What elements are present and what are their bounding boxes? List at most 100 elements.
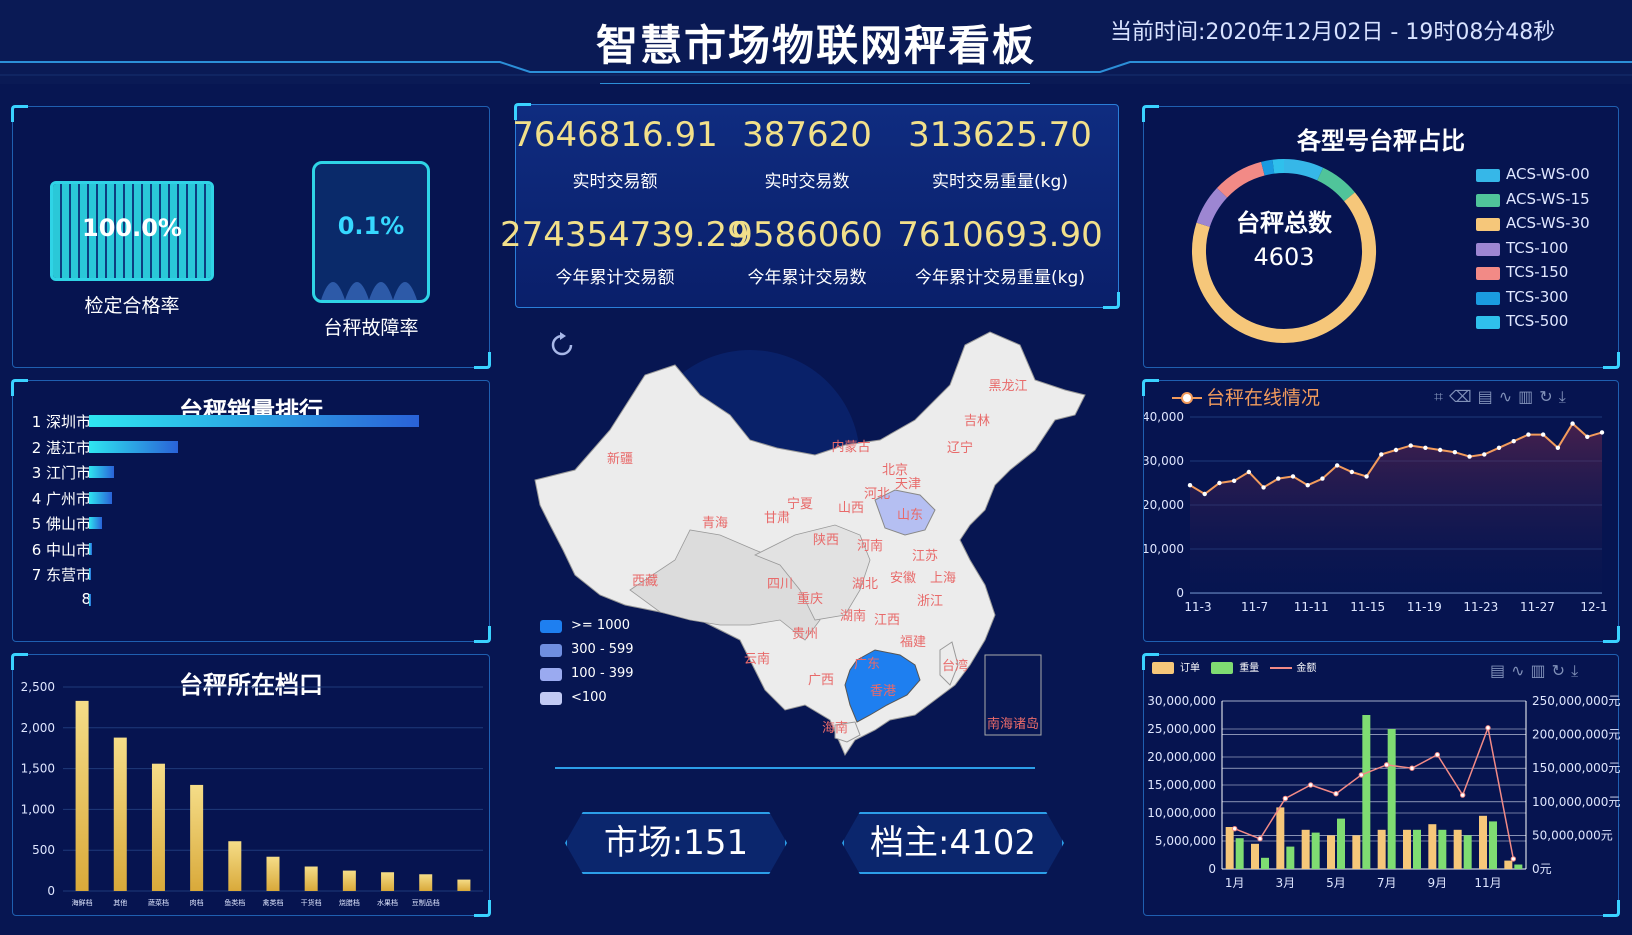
map-province-label: 辽宁 <box>947 440 973 456</box>
orders-bar <box>1504 861 1512 869</box>
donut-slice <box>1320 174 1349 197</box>
y-tick-label: 2,000 <box>21 721 55 735</box>
map-province-label: 贵州 <box>792 627 818 642</box>
x-tick-label: 11-11 <box>1294 600 1329 614</box>
ranking-bar <box>89 594 91 606</box>
amount-point <box>1359 773 1363 777</box>
models-legend-label: TCS-300 <box>1506 288 1568 306</box>
pass-rate-value: 100.0% <box>53 214 211 242</box>
models-legend-label: TCS-500 <box>1506 312 1568 330</box>
y-tick-label: 20,000 <box>1144 498 1184 512</box>
online-point <box>1203 492 1207 496</box>
orders-bar <box>1251 844 1259 869</box>
map-legend-label: >= 1000 <box>571 618 630 633</box>
stall-bar <box>305 867 318 891</box>
stall-bar <box>381 872 394 891</box>
online-point <box>1276 476 1280 480</box>
donut-center-label: 台秤总数 <box>1184 203 1384 238</box>
stats-panel: 7646816.91实时交易额387620实时交易数313625.70实时交易重… <box>515 104 1119 308</box>
stall-bar <box>267 857 280 891</box>
ranking-label: 3 江门市 <box>23 462 91 483</box>
map-province-label: 四川 <box>767 577 793 592</box>
weight-bar <box>1286 847 1294 869</box>
orders-bar <box>1403 830 1411 869</box>
models-legend-swatch <box>1476 267 1500 280</box>
page-title: 智慧市场物联网秤看板 <box>540 12 1092 73</box>
online-point <box>1423 446 1427 450</box>
x-tick-label: 3月 <box>1276 876 1296 890</box>
map-legend-label: <100 <box>571 690 607 705</box>
models-legend-label: ACS-WS-00 <box>1506 165 1590 183</box>
online-point <box>1291 474 1295 478</box>
map-province-label: 南海诸岛 <box>987 716 1039 732</box>
y-left-tick-label: 0 <box>1208 862 1216 876</box>
pass-rate-label: 检定合格率 <box>50 291 214 318</box>
monthly-chart: 05,000,00010,000,00015,000,00020,000,000… <box>1144 655 1620 917</box>
x-tick-label: 11-15 <box>1350 600 1385 614</box>
y-left-tick-label: 15,000,000 <box>1147 778 1216 792</box>
amount-point <box>1511 857 1515 861</box>
x-tick-label: 蔬菜档 <box>148 898 169 907</box>
ranking-label: 4 广州市 <box>23 488 91 509</box>
online-point <box>1335 463 1339 467</box>
amount-point <box>1258 837 1262 841</box>
orders-bar <box>1302 830 1310 869</box>
stall-bar <box>76 701 89 891</box>
models-legend-swatch <box>1476 292 1500 305</box>
x-tick-label: 5月 <box>1326 876 1346 890</box>
ranking-label: 7 东营市 <box>23 564 91 585</box>
models-legend-swatch <box>1476 218 1500 231</box>
amount-point <box>1232 826 1236 830</box>
y-right-tick-label: 150,000,000元 <box>1532 761 1620 775</box>
map-province-label: 青海 <box>702 516 728 531</box>
map-province-label: 广西 <box>808 673 834 688</box>
models-legend-label: ACS-WS-30 <box>1506 214 1590 232</box>
online-point <box>1306 483 1310 487</box>
amount-point <box>1308 783 1312 787</box>
stall-bar <box>152 764 165 891</box>
online-point <box>1438 448 1442 452</box>
y-tick-label: 1,000 <box>21 802 55 816</box>
map-province-label: 福建 <box>900 635 926 650</box>
map-legend-label: 100 - 399 <box>571 666 634 681</box>
weight-bar <box>1236 838 1244 869</box>
ranking-bar <box>89 492 112 504</box>
amount-point <box>1384 763 1388 767</box>
online-point <box>1467 454 1471 458</box>
y-tick-label: 30,000 <box>1144 454 1184 468</box>
online-point <box>1600 430 1604 434</box>
weight-bar <box>1362 715 1370 869</box>
ranking-bar <box>89 543 92 555</box>
header: 智慧市场物联网秤看板 当前时间:2020年12月02日 - 19时08分48秒 <box>0 0 1632 84</box>
ranking-bar <box>89 517 102 529</box>
models-legend-swatch <box>1476 194 1500 207</box>
map-province-label: 山东 <box>897 508 923 523</box>
online-point <box>1512 439 1516 443</box>
y-right-tick-label: 0元 <box>1532 862 1552 876</box>
ranking-bar <box>89 415 419 427</box>
x-tick-label: 7月 <box>1377 876 1397 890</box>
weight-bar <box>1514 865 1522 869</box>
map-area: 新疆西藏青海甘肃宁夏内蒙古黑龙江吉林辽宁北京天津河北山西山东陕西河南江苏安徽上海… <box>515 320 1119 800</box>
ranking-label: 6 中山市 <box>23 539 91 560</box>
x-tick-label: 其他 <box>113 898 127 907</box>
y-tick-label: 40,000 <box>1144 410 1184 424</box>
donut-slice <box>1284 166 1320 174</box>
map-province-label: 江苏 <box>912 548 938 564</box>
map-legend-swatch <box>540 620 562 633</box>
models-legend-label: ACS-WS-15 <box>1506 190 1590 208</box>
owner-label: 档主: <box>870 823 949 863</box>
donut-slice <box>1273 166 1284 167</box>
map-province-label: 甘肃 <box>764 511 790 526</box>
amount-point <box>1410 766 1414 770</box>
x-tick-label: 鱼类档 <box>224 898 245 907</box>
map-province-label: 西藏 <box>632 574 658 589</box>
y-tick-label: 10,000 <box>1144 542 1184 556</box>
map-province-label: 宁夏 <box>787 496 813 512</box>
orders-bar <box>1327 835 1335 869</box>
models-legend-label: TCS-100 <box>1506 239 1568 257</box>
online-point <box>1570 421 1574 425</box>
online-point <box>1350 470 1354 474</box>
x-tick-label: 豆制品档 <box>412 898 440 907</box>
donut-center-value: 4603 <box>1184 243 1384 271</box>
